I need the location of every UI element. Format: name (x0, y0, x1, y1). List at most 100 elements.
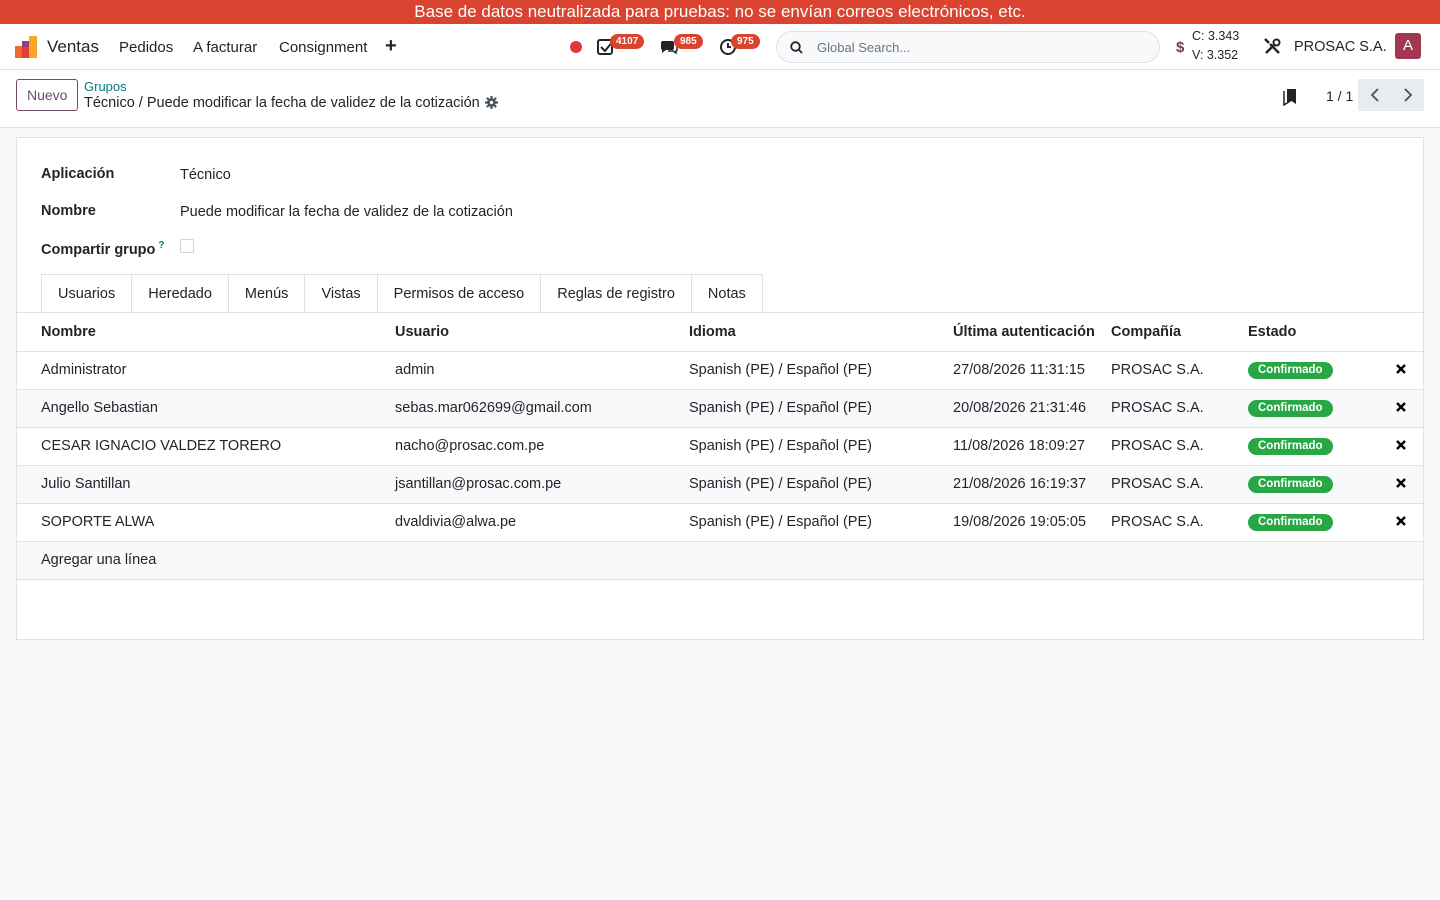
tab-notas[interactable]: Notas (691, 274, 763, 313)
plus-icon[interactable]: + (385, 35, 397, 58)
chevron-left-icon (1370, 88, 1379, 102)
delete-icon[interactable] (1395, 478, 1406, 488)
tab-vistas[interactable]: Vistas (305, 274, 378, 313)
pager-next-button[interactable] (1391, 79, 1424, 111)
currency-icon[interactable]: $ (1176, 39, 1184, 56)
cell-login[interactable]: dvaldivia@alwa.pe (395, 503, 689, 542)
help-icon[interactable]: ? (158, 240, 164, 251)
add-line-row: Agregar una línea (17, 541, 1423, 580)
record-icon[interactable] (570, 41, 582, 53)
cell-login[interactable]: nacho@prosac.com.pe (395, 427, 689, 466)
status-badge: Confirmado (1248, 438, 1333, 455)
status-badge: Confirmado (1248, 476, 1333, 493)
status-badge: Confirmado (1248, 400, 1333, 417)
tools-icon[interactable] (1264, 38, 1281, 55)
delete-icon[interactable] (1395, 402, 1406, 412)
application-value[interactable]: Técnico (180, 167, 231, 183)
cell-last-login[interactable]: 20/08/2026 21:31:46 (953, 389, 1111, 428)
tab-heredado[interactable]: Heredado (132, 274, 229, 313)
table-header-row: Nombre Usuario Idioma Última autenticaci… (17, 313, 1423, 352)
company-switcher[interactable]: PROSAC S.A. (1294, 39, 1387, 55)
sales-app-icon[interactable] (15, 36, 37, 58)
menu-a-facturar[interactable]: A facturar (193, 39, 257, 56)
breadcrumb-current: Técnico / Puede modificar la fecha de va… (84, 95, 480, 111)
header-idioma[interactable]: Idioma (689, 313, 953, 352)
user-avatar[interactable]: A (1395, 33, 1421, 59)
header-usuario[interactable]: Usuario (395, 313, 689, 352)
header-estado[interactable]: Estado (1248, 313, 1378, 352)
chevron-right-icon (1403, 88, 1412, 102)
share-group-label-text: Compartir grupo (41, 241, 156, 258)
add-line-link[interactable]: Agregar una línea (41, 552, 156, 568)
rate-buy: C: 3.343 (1192, 29, 1240, 43)
table-row[interactable]: Administrator admin Spanish (PE) / Españ… (17, 351, 1423, 390)
cell-company[interactable]: PROSAC S.A. (1111, 465, 1248, 504)
control-panel: Nuevo Grupos Técnico / Puede modificar l… (0, 70, 1440, 128)
global-search[interactable] (776, 31, 1160, 63)
table-row[interactable]: Angello Sebastian sebas.mar062699@gmail.… (17, 389, 1423, 428)
header-compania[interactable]: Compañía (1111, 313, 1248, 352)
users-table: Nombre Usuario Idioma Última autenticaci… (17, 313, 1423, 580)
header-nombre[interactable]: Nombre (17, 313, 395, 352)
clock-badge: 975 (731, 34, 760, 49)
share-group-checkbox[interactable] (180, 239, 194, 253)
test-database-banner: Base de datos neutralizada para pruebas:… (0, 0, 1440, 24)
messages-badge: 985 (674, 34, 703, 49)
app-name[interactable]: Ventas (47, 37, 99, 57)
pager-previous-button[interactable] (1358, 79, 1391, 111)
rate-sell: V: 3.352 (1192, 48, 1239, 62)
tab-menus[interactable]: Menús (228, 274, 306, 313)
delete-icon[interactable] (1395, 440, 1406, 450)
table-row[interactable]: Julio Santillan jsantillan@prosac.com.pe… (17, 465, 1423, 504)
menu-consignment[interactable]: Consignment (279, 39, 367, 56)
cell-name[interactable]: CESAR IGNACIO VALDEZ TORERO (17, 427, 395, 466)
top-navbar: Ventas Pedidos A facturar Consignment + … (0, 24, 1440, 70)
notebook-tabs: Usuarios Heredado Menús Vistas Permisos … (41, 274, 763, 313)
cell-name[interactable]: Angello Sebastian (17, 389, 395, 428)
cell-language[interactable]: Spanish (PE) / Español (PE) (689, 389, 953, 428)
cell-login[interactable]: admin (395, 351, 689, 390)
cell-login[interactable]: jsantillan@prosac.com.pe (395, 465, 689, 504)
pager-value[interactable]: 1 / 1 (1326, 88, 1353, 104)
activity-badge: 4107 (610, 34, 645, 49)
form-sheet: Aplicación Técnico Nombre Puede modifica… (16, 137, 1424, 640)
gear-icon[interactable] (485, 96, 498, 109)
cell-language[interactable]: Spanish (PE) / Español (PE) (689, 351, 953, 390)
breadcrumb-parent[interactable]: Grupos (84, 79, 127, 94)
application-label: Aplicación (41, 166, 115, 182)
cell-company[interactable]: PROSAC S.A. (1111, 351, 1248, 390)
search-icon (790, 40, 803, 54)
new-button[interactable]: Nuevo (16, 79, 79, 111)
tab-usuarios[interactable]: Usuarios (41, 274, 133, 313)
search-input[interactable] (817, 39, 1137, 55)
bookmark-icon[interactable] (1283, 88, 1298, 106)
cell-company[interactable]: PROSAC S.A. (1111, 427, 1248, 466)
menu-pedidos[interactable]: Pedidos (119, 39, 173, 56)
cell-name[interactable]: Administrator (17, 351, 395, 390)
cell-company[interactable]: PROSAC S.A. (1111, 503, 1248, 542)
table-row[interactable]: CESAR IGNACIO VALDEZ TORERO nacho@prosac… (17, 427, 1423, 466)
delete-icon[interactable] (1395, 516, 1406, 526)
header-actions (1378, 313, 1423, 352)
tab-reglas-de-registro[interactable]: Reglas de registro (541, 274, 692, 313)
cell-last-login[interactable]: 19/08/2026 19:05:05 (953, 503, 1111, 542)
name-value[interactable]: Puede modificar la fecha de validez de l… (180, 204, 513, 220)
cell-last-login[interactable]: 11/08/2026 18:09:27 (953, 427, 1111, 466)
cell-company[interactable]: PROSAC S.A. (1111, 389, 1248, 428)
cell-language[interactable]: Spanish (PE) / Español (PE) (689, 465, 953, 504)
share-group-label: Compartir grupo? (41, 240, 165, 258)
cell-login[interactable]: sebas.mar062699@gmail.com (395, 389, 689, 428)
cell-last-login[interactable]: 21/08/2026 16:19:37 (953, 465, 1111, 504)
status-badge: Confirmado (1248, 514, 1333, 531)
delete-icon[interactable] (1395, 364, 1406, 374)
header-ultima-autenticacion[interactable]: Última autenticación (953, 313, 1111, 352)
name-label: Nombre (41, 203, 96, 219)
cell-name[interactable]: Julio Santillan (17, 465, 395, 504)
cell-language[interactable]: Spanish (PE) / Español (PE) (689, 503, 953, 542)
table-row[interactable]: SOPORTE ALWA dvaldivia@alwa.pe Spanish (… (17, 503, 1423, 542)
tab-permisos-de-acceso[interactable]: Permisos de acceso (377, 274, 542, 313)
cell-last-login[interactable]: 27/08/2026 11:31:15 (953, 351, 1111, 390)
cell-language[interactable]: Spanish (PE) / Español (PE) (689, 427, 953, 466)
cell-name[interactable]: SOPORTE ALWA (17, 503, 395, 542)
status-badge: Confirmado (1248, 362, 1333, 379)
